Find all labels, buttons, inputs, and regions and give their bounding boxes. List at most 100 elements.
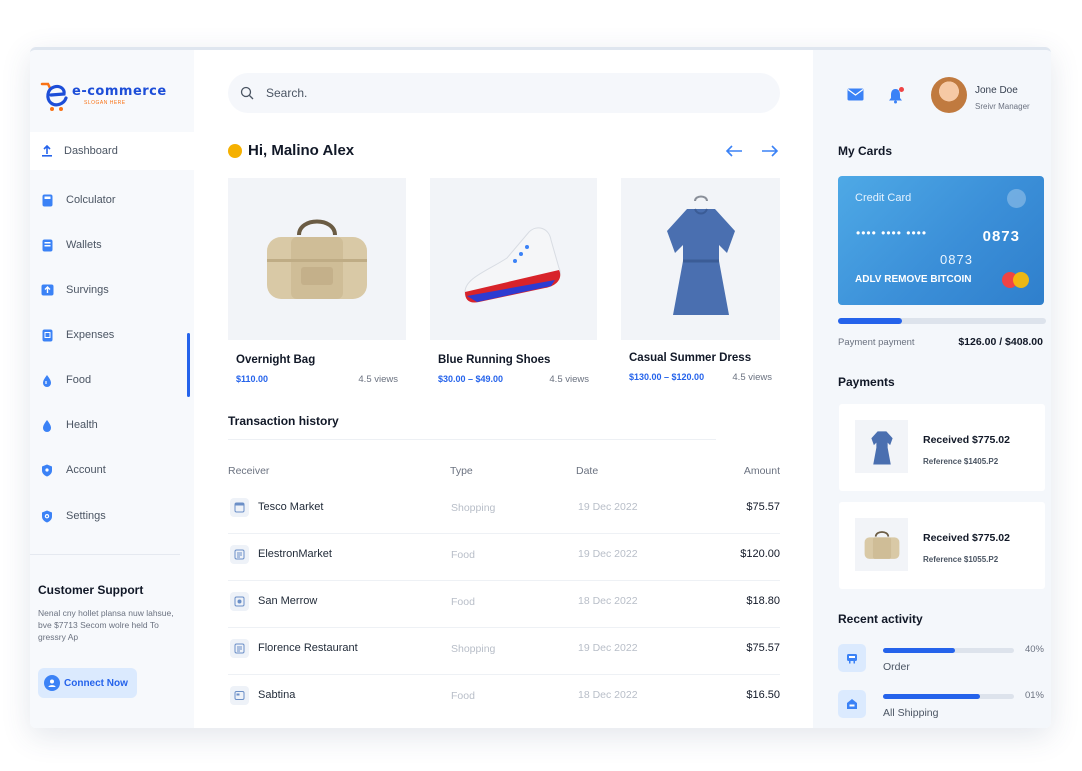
receiver-name: ElestronMarket: [258, 548, 332, 560]
product-image: [621, 178, 780, 340]
payment-amount: $126.00 / $408.00: [958, 336, 1043, 348]
right-panel: Jone Doe Sreivr Manager My Cards Credit …: [813, 50, 1051, 728]
payment-reference: Reference $1405.P2: [923, 457, 999, 466]
sidebar-item-wallets[interactable]: Wallets: [30, 226, 194, 264]
sidebar-item-calculator[interactable]: Colculator: [30, 181, 194, 219]
credit-card[interactable]: Credit Card •••• •••• •••• 0873 0873 ADL…: [838, 176, 1044, 305]
table-row[interactable]: San Merrow Food 18 Dec 2022 $18.80: [228, 581, 780, 628]
transaction-amount: $75.57: [746, 501, 780, 513]
receipt-icon: [230, 686, 249, 705]
my-cards-title: My Cards: [838, 144, 893, 158]
transaction-type: Shopping: [451, 643, 496, 655]
payment-progress-fill: [838, 318, 903, 324]
card-number-small: 0873: [940, 252, 973, 267]
activity-progress-fill: [883, 694, 980, 699]
product-name: Casual Summer Dress: [629, 352, 752, 364]
product-views: 4.5 views: [732, 372, 772, 383]
transaction-date: 19 Dec 2022: [578, 548, 638, 560]
sidebar-item-label: Survings: [66, 284, 109, 296]
app-window: e-commerce SLOGAN HERE Dashboard Colcula…: [30, 47, 1051, 728]
settings-icon: [40, 509, 54, 523]
support-text: Nenal cny hollet plansa nuw lahsue, bve …: [38, 608, 174, 642]
sidebar-item-settings[interactable]: Settings: [30, 497, 194, 535]
sidebar-item-label: Account: [66, 464, 106, 476]
transaction-history-title: Transaction history: [228, 414, 339, 428]
transaction-date: 18 Dec 2022: [578, 689, 638, 701]
calculator-icon: [40, 193, 54, 207]
notification-dot: [899, 87, 904, 92]
header-actions: [847, 87, 904, 109]
avatar[interactable]: [931, 77, 967, 113]
product-views: 4.5 views: [358, 374, 398, 385]
payment-item[interactable]: Received $775.02 Reference $1405.P2: [839, 404, 1045, 491]
sidebar-item-survings[interactable]: Survings: [30, 271, 194, 309]
activity-label: All Shipping: [883, 707, 939, 719]
activity-percent: 40%: [1024, 644, 1044, 655]
brand-name: e-commerce: [72, 84, 167, 99]
sidebar: e-commerce SLOGAN HERE Dashboard Colcula…: [30, 50, 194, 728]
support-title: Customer Support: [38, 583, 144, 597]
receipt-icon: [230, 545, 249, 564]
bag-icon: [267, 219, 367, 299]
receipt-icon: [230, 498, 249, 517]
shield-icon: [40, 463, 54, 477]
table-row[interactable]: Sabtina Food 18 Dec 2022 $16.50: [228, 675, 780, 722]
receiver-name: Florence Restaurant: [258, 642, 358, 654]
activity-progress: [883, 694, 1014, 699]
payment-received: Received $775.02: [923, 532, 1010, 544]
product-price: $30.00 – $49.00: [438, 374, 504, 384]
sidebar-item-account[interactable]: Account: [30, 451, 194, 489]
sidebar-item-label: Wallets: [66, 239, 102, 251]
dress-icon: [870, 430, 893, 464]
table-row[interactable]: ElestronMarket Food 19 Dec 2022 $120.00: [228, 534, 780, 581]
payment-progress: [838, 318, 1046, 324]
column-type: Type: [450, 465, 473, 477]
column-amount: Amount: [743, 465, 780, 477]
card-title: Credit Card: [855, 192, 912, 204]
sidebar-item-health[interactable]: Health: [30, 406, 194, 444]
table-row[interactable]: Tesco Market Shopping 19 Dec 2022 $75.57: [228, 487, 780, 534]
mastercard-icon: [1013, 272, 1029, 288]
product-image: [228, 178, 406, 340]
product-card[interactable]: Blue Running Shoes $30.00 – $49.00 4.5 v…: [430, 178, 597, 385]
product-card[interactable]: Overnight Bag $110.00 4.5 views: [228, 178, 406, 385]
activity-item[interactable]: 40% Order: [838, 644, 1044, 674]
mail-icon[interactable]: [847, 88, 864, 109]
brand-tagline: SLOGAN HERE: [84, 100, 126, 106]
arrow-left-icon[interactable]: [725, 142, 743, 160]
arrow-right-icon[interactable]: [761, 142, 779, 160]
brand-logo[interactable]: e-commerce SLOGAN HERE: [38, 76, 178, 112]
shipping-icon: [838, 690, 866, 718]
card-masked-number: •••• •••• ••••: [856, 226, 928, 240]
sidebar-item-food[interactable]: Food: [30, 361, 194, 399]
receipt-icon: [230, 639, 249, 658]
shoe-icon: [463, 227, 561, 303]
table-row[interactable]: Florence Restaurant Shopping 19 Dec 2022…: [228, 628, 780, 675]
receiver-name: Sabtina: [258, 689, 296, 701]
sidebar-divider: [30, 554, 180, 555]
transaction-date: 19 Dec 2022: [578, 501, 638, 513]
sidebar-item-label: Dashboard: [64, 145, 118, 157]
payment-item[interactable]: Received $775.02 Reference $1055.P2: [839, 502, 1045, 589]
sidebar-item-dashboard[interactable]: Dashboard: [30, 132, 194, 170]
receiver-name: Tesco Market: [258, 501, 324, 513]
search-input[interactable]: [266, 86, 746, 100]
search-bar[interactable]: [228, 73, 780, 113]
bag-icon: [864, 530, 899, 559]
sidebar-item-label: Colculator: [66, 194, 116, 206]
sidebar-item-expenses[interactable]: Expenses: [30, 316, 194, 354]
section-divider: [228, 439, 716, 440]
transaction-amount: $16.50: [746, 689, 780, 701]
bag-thumbnail: [855, 518, 908, 571]
upload-icon: [40, 144, 54, 158]
bell-icon[interactable]: [888, 87, 904, 109]
product-name: Blue Running Shoes: [438, 354, 551, 366]
wave-icon: [228, 143, 242, 158]
sidebar-item-label: Health: [66, 419, 98, 431]
activity-item[interactable]: 01% All Shipping: [838, 690, 1044, 720]
receipt-icon: [230, 592, 249, 611]
payment-received: Received $775.02: [923, 434, 1010, 446]
connect-now-button[interactable]: Connect Now: [38, 668, 137, 698]
product-card[interactable]: Casual Summer Dress $130.00 – $120.00 4.…: [621, 178, 780, 383]
product-price: $110.00: [236, 374, 269, 384]
